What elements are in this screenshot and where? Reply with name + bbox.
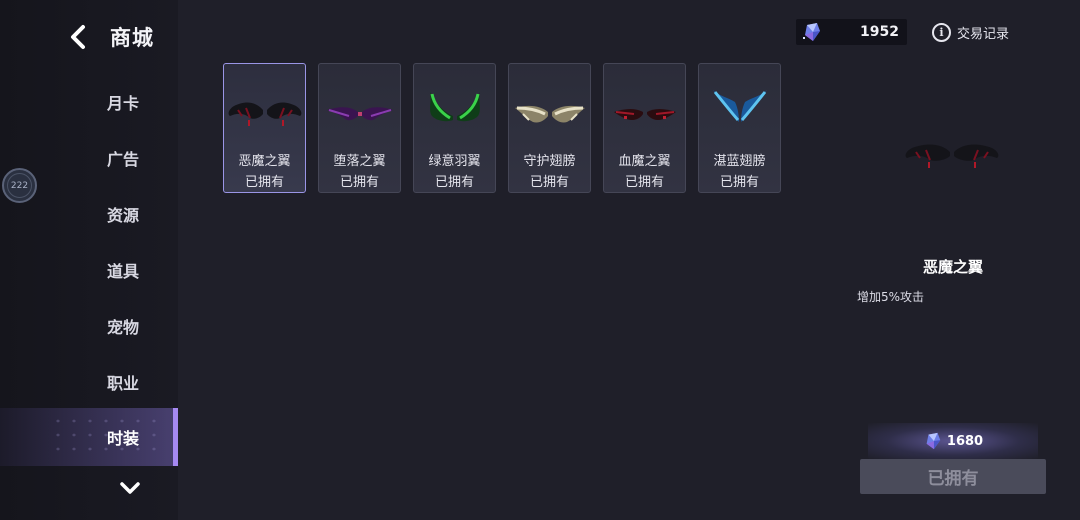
price-display: 1680	[868, 423, 1038, 459]
item-card-fallen-wings[interactable]: 堕落之翼 已拥有	[318, 63, 401, 193]
shop-screen: 商城 月卡 广告 资源 道具 宠物 职业 时装 222 1952 i 交易记录 …	[0, 0, 1080, 520]
price-amount: 1680	[946, 433, 984, 449]
item-name: 恶魔之翼	[238, 154, 291, 169]
owned-button[interactable]: 已拥有	[860, 459, 1046, 494]
crystal-gem-icon	[803, 23, 820, 41]
trade-record-label: 交易记录	[957, 26, 1010, 42]
sidebar: 商城 月卡 广告 资源 道具 宠物 职业 时装	[0, 0, 178, 520]
sidebar-item-label: 时装	[106, 429, 139, 448]
blood-wings-icon	[614, 109, 676, 120]
sidebar-item-label: 职业	[106, 374, 139, 393]
sidebar-item-label: 宠物	[106, 318, 139, 337]
selected-item-name: 恶魔之翼	[922, 258, 983, 276]
item-status: 已拥有	[529, 175, 569, 190]
sidebar-item-label: 资源	[106, 206, 139, 225]
dot-pattern	[50, 414, 160, 458]
item-card-guardian-wings[interactable]: 守护翅膀 已拥有	[508, 63, 591, 193]
floating-assistant-button[interactable]: 222	[2, 168, 37, 203]
scroll-down-button[interactable]	[118, 478, 142, 498]
item-status: 已拥有	[719, 175, 759, 190]
sidebar-item-label: 道具	[106, 262, 139, 281]
item-card-demon-wings[interactable]: 恶魔之翼 已拥有	[223, 63, 306, 193]
currency-amount: 1952	[860, 24, 899, 40]
fallen-wings-icon	[327, 107, 393, 121]
guardian-wings-icon	[515, 105, 585, 123]
azure-wings-icon	[713, 90, 767, 122]
sidebar-item-label: 广告	[106, 150, 139, 169]
crystal-gem-icon	[926, 432, 941, 450]
item-name: 守护翅膀	[523, 154, 576, 169]
currency-display: 1952	[796, 19, 907, 45]
demon-wings-icon	[228, 102, 302, 126]
info-icon: i	[932, 22, 951, 42]
sidebar-item-props[interactable]: 道具	[0, 242, 178, 298]
sidebar-item-pets[interactable]: 宠物	[0, 298, 178, 354]
green-wings-icon	[430, 92, 480, 122]
chevron-left-icon	[71, 25, 85, 49]
selected-item-preview	[905, 144, 999, 168]
item-card-azure-wings[interactable]: 湛蓝翅膀 已拥有	[698, 63, 781, 193]
item-status: 已拥有	[434, 175, 474, 190]
sidebar-item-label: 月卡	[106, 94, 139, 113]
floating-badge-text: 222	[10, 180, 29, 191]
item-status: 已拥有	[339, 175, 379, 190]
item-name: 绿意羽翼	[428, 154, 481, 169]
sidebar-item-fashion[interactable]: 时装	[0, 408, 178, 466]
trade-record-button[interactable]: i 交易记录	[932, 21, 1009, 43]
item-status: 已拥有	[244, 175, 284, 190]
item-card-green-wings[interactable]: 绿意羽翼 已拥有	[413, 63, 496, 193]
item-name: 湛蓝翅膀	[713, 154, 766, 169]
back-button[interactable]	[64, 22, 92, 52]
chevron-down-icon	[120, 482, 140, 494]
item-status: 已拥有	[624, 175, 664, 190]
sidebar-item-monthly-card[interactable]: 月卡	[0, 74, 178, 130]
item-name: 血魔之翼	[618, 154, 671, 169]
page-title: 商城	[110, 26, 154, 50]
item-name: 堕落之翼	[333, 154, 386, 169]
sidebar-item-class[interactable]: 职业	[0, 354, 178, 410]
selected-item-description: 增加5%攻击	[857, 290, 925, 304]
item-card-blood-wings[interactable]: 血魔之翼 已拥有	[603, 63, 686, 193]
